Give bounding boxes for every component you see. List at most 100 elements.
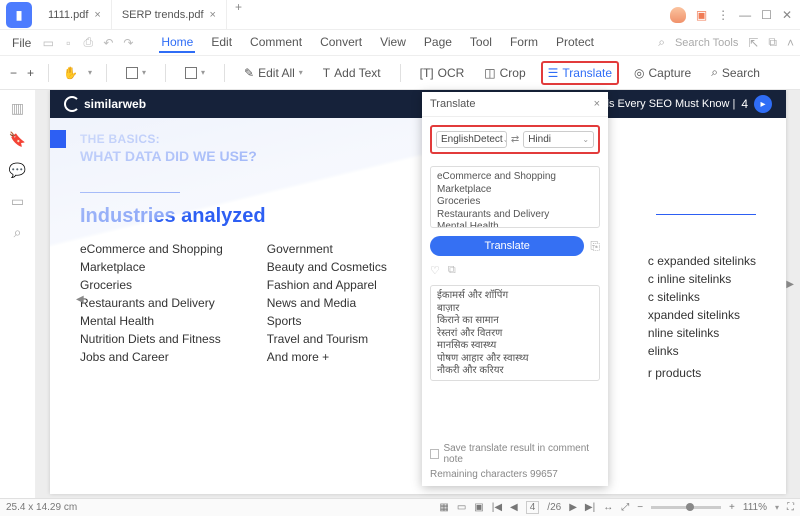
close-button[interactable]: ✕ [782, 8, 792, 22]
history-icon[interactable]: ⧉ [448, 264, 456, 277]
tab-home[interactable]: Home [159, 33, 195, 53]
maximize-button[interactable]: ☐ [761, 8, 772, 22]
translate-button[interactable]: ☰Translate [541, 61, 619, 85]
tab-tool[interactable]: Tool [468, 33, 494, 53]
fit-tool[interactable]: ▾ [121, 64, 151, 82]
search-button[interactable]: ⌕Search [706, 62, 765, 83]
capture-button[interactable]: ◎Capture [629, 63, 696, 83]
undo-icon[interactable]: ↶ [101, 36, 115, 50]
app-logo: ▮ [6, 2, 32, 28]
first-page-icon[interactable]: |◀ [492, 502, 502, 513]
page-input[interactable]: 4 [526, 501, 540, 514]
close-icon[interactable]: × [94, 9, 100, 21]
prev-page-arrow[interactable]: ◀ [76, 294, 84, 305]
view-icon[interactable]: ▭ [457, 502, 466, 513]
zoom-in-icon[interactable]: + [27, 66, 34, 80]
tab-form[interactable]: Form [508, 33, 540, 53]
edit-all-button[interactable]: ✎Edit All▾ [239, 63, 308, 83]
minimize-button[interactable]: ― [739, 8, 751, 22]
chevron-down-icon[interactable]: ▾ [88, 68, 92, 77]
tab-protect[interactable]: Protect [554, 33, 596, 53]
doc-content: THE BASICS: WHAT DATA DID WE USE? Indust… [50, 118, 786, 378]
hand-tool-icon[interactable]: ✋ [63, 66, 78, 80]
language-row: EnglishDetect⌄ ⇄ Hindi⌄ [430, 125, 600, 154]
comment-icon[interactable]: 💬 [9, 162, 26, 179]
panel-title: Translate [430, 98, 475, 110]
print-icon[interactable]: ⎙ [81, 35, 95, 50]
target-text-box[interactable]: ईकामर्स और शॉपिंग बाज़ार किराने का सामान… [430, 285, 600, 381]
source-text-box[interactable]: eCommerce and Shopping Marketplace Groce… [430, 166, 600, 228]
last-page-icon[interactable]: ▶| [585, 502, 595, 513]
share-icon[interactable]: ⇱ [748, 36, 758, 50]
crop-button[interactable]: ◫Crop [479, 63, 530, 83]
view-icon[interactable]: ▣ [474, 502, 483, 513]
zoom-value[interactable]: 111% [743, 502, 767, 513]
search-panel-icon[interactable]: ⌕ [14, 224, 22, 241]
page-total: /26 [547, 502, 561, 513]
window-controls: ▣ ⋮ ― ☐ ✕ [670, 7, 800, 23]
fullscreen-icon[interactable]: ⛶ [787, 502, 794, 513]
camera-icon: ◎ [634, 66, 644, 80]
add-tab-button[interactable]: + [227, 0, 250, 29]
menu-bar: File ▭ ▫ ⎙ ↶ ↷ Home Edit Comment Convert… [0, 30, 800, 56]
swap-icon[interactable]: ⇄ [511, 134, 519, 145]
ribbon-tabs: Home Edit Comment Convert View Page Tool… [159, 33, 596, 53]
zoom-slider[interactable] [651, 506, 721, 509]
copy-icon[interactable]: ⎘ [590, 239, 600, 254]
next-page-arrow[interactable]: ▶ [786, 279, 794, 290]
thumbs-icon[interactable]: ♡ [430, 264, 440, 277]
save-icon[interactable]: ▫ [61, 36, 75, 50]
document-tabs: 1111.pdf × SERP trends.pdf × + [38, 0, 250, 29]
view-icon[interactable]: ▦ [439, 502, 448, 513]
next-page-icon[interactable]: ▶ [569, 502, 577, 513]
file-menu[interactable]: File [6, 36, 37, 50]
list-item: Nutrition Diets and Fitness [80, 332, 223, 346]
tab-page[interactable]: Page [422, 33, 454, 53]
tab-comment[interactable]: Comment [248, 33, 304, 53]
industries-col-1: eCommerce and Shopping Marketplace Groce… [80, 242, 223, 364]
fit-page-icon[interactable]: ⤢ [621, 502, 629, 513]
notification-icon[interactable]: ▣ [696, 8, 707, 22]
fit-width-icon[interactable]: ↔ [603, 502, 613, 513]
close-icon[interactable]: × [210, 9, 216, 21]
brand-label: similarweb [64, 96, 146, 112]
pencil-icon: ✎ [244, 66, 254, 80]
zoom-out-icon[interactable]: − [10, 66, 17, 80]
tab-edit[interactable]: Edit [209, 33, 234, 53]
ocr-button[interactable]: [T]OCR [415, 63, 470, 83]
tab-view[interactable]: View [378, 33, 408, 53]
prev-page-icon[interactable]: ◀ [510, 502, 518, 513]
collapse-icon[interactable]: ˄ [787, 36, 794, 50]
search-tools-input[interactable]: Search Tools [675, 37, 738, 49]
attachment-icon[interactable]: ▭ [11, 193, 24, 210]
tab-serp-trends[interactable]: SERP trends.pdf × [112, 0, 227, 29]
zoom-in-icon[interactable]: + [729, 502, 735, 513]
source-language-select[interactable]: EnglishDetect⌄ [436, 131, 507, 148]
open-icon[interactable]: ▭ [41, 36, 55, 50]
zoom-out-icon[interactable]: − [637, 502, 643, 513]
translate-action-button[interactable]: Translate [430, 236, 584, 256]
status-bar: 25.4 x 14.29 cm ▦ ▭ ▣ |◀ ◀ 4 /26 ▶ ▶| ↔ … [0, 498, 800, 516]
list-item: Mental Health [80, 314, 223, 328]
pdf-page[interactable]: similarweb SERP Feature Trends Every SEO… [50, 90, 786, 494]
link-icon[interactable]: ⧉ [768, 35, 777, 50]
list-item: Government [267, 242, 387, 256]
add-text-button[interactable]: TAdd Text [318, 63, 386, 83]
view-mode-tool[interactable]: ▾ [180, 64, 210, 82]
redo-icon[interactable]: ↷ [121, 36, 135, 50]
target-language-select[interactable]: Hindi⌄ [523, 131, 594, 148]
industries-heading: Industries analyzed [80, 205, 756, 228]
tab-convert[interactable]: Convert [318, 33, 364, 53]
tab-1111[interactable]: 1111.pdf × [38, 0, 112, 29]
list-item: Beauty and Cosmetics [267, 260, 387, 274]
list-item: Travel and Tourism [267, 332, 387, 346]
user-avatar-icon[interactable] [670, 7, 686, 23]
thumbnails-icon[interactable]: ▥ [11, 100, 24, 117]
kebab-icon[interactable]: ⋮ [717, 8, 729, 22]
close-icon[interactable]: × [594, 98, 600, 110]
save-note-checkbox[interactable]: Save translate result in comment note [430, 443, 600, 465]
panel-header: Translate × [422, 92, 608, 117]
list-item: c sitelinks [648, 290, 756, 304]
panel-action-icons: ♡ ⧉ [430, 264, 600, 277]
bookmark-icon[interactable]: 🔖 [9, 131, 26, 148]
